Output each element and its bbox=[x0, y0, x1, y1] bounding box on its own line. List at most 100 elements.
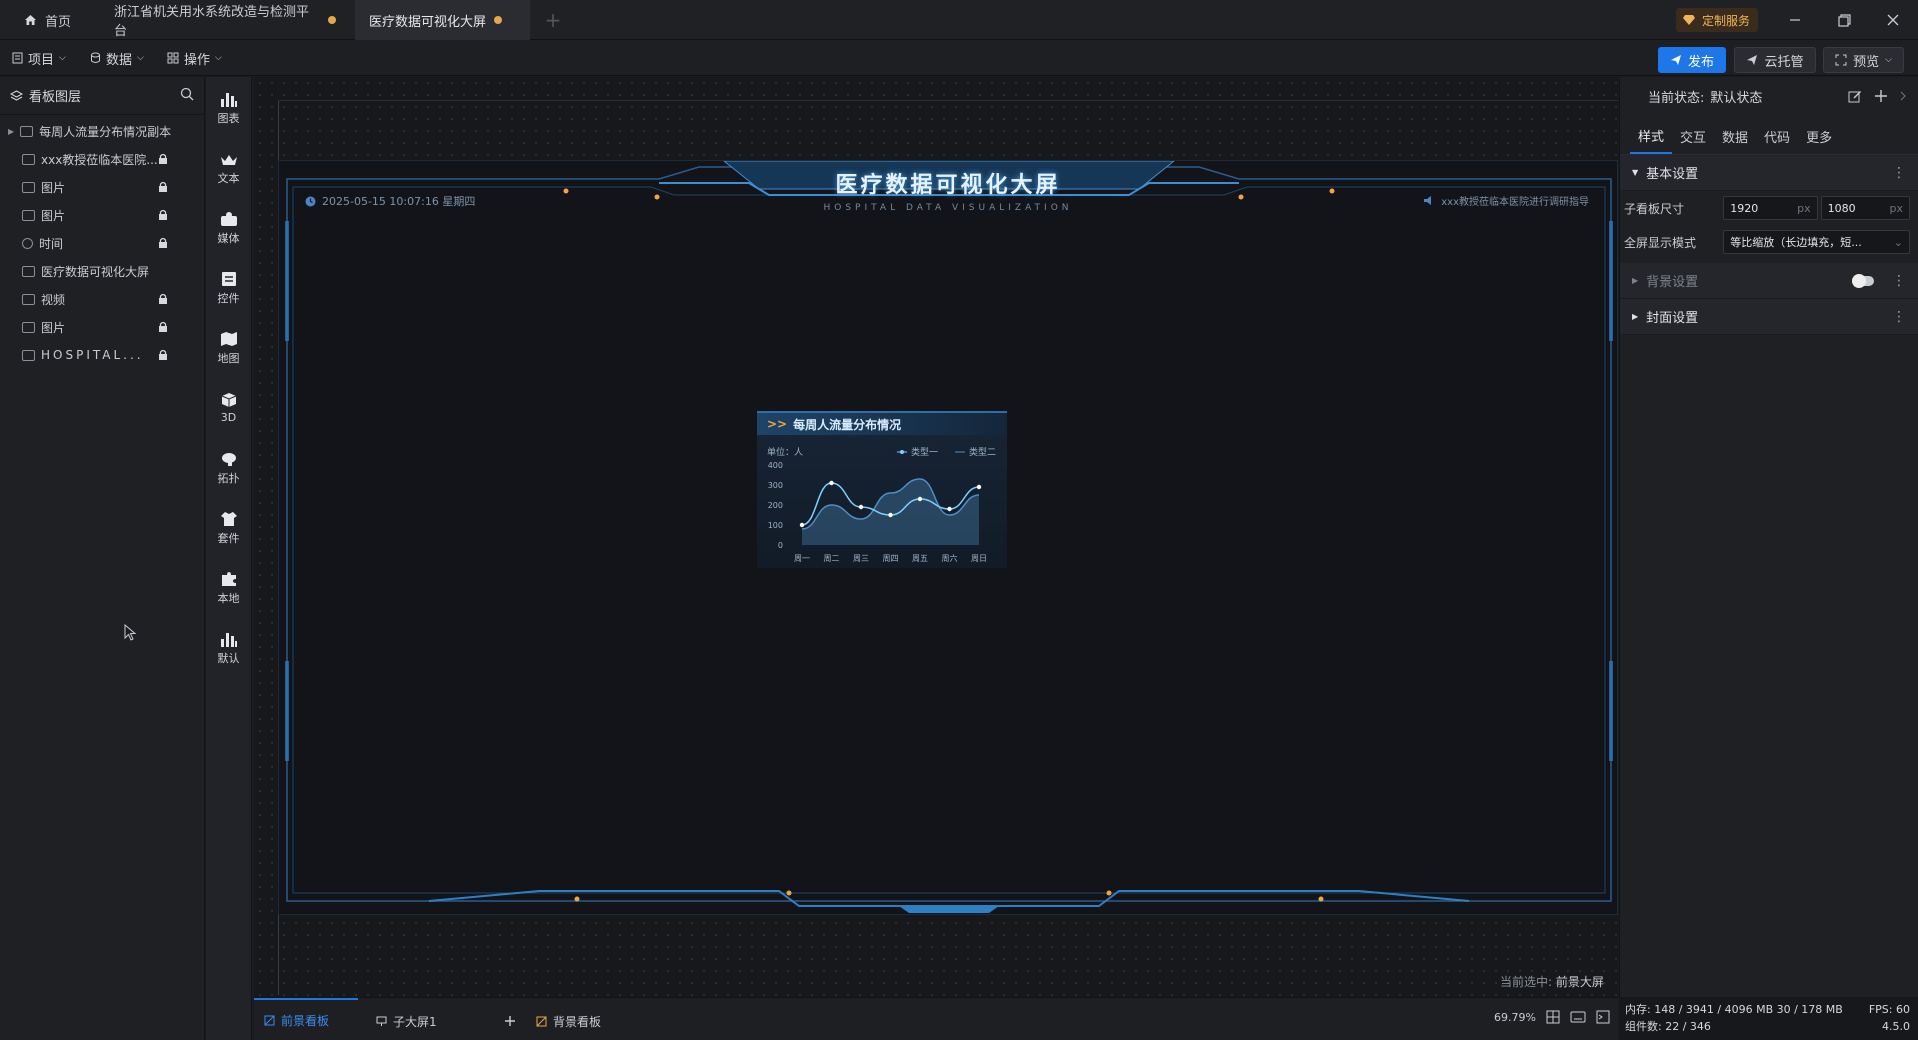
component-3d[interactable]: 3D bbox=[206, 377, 251, 437]
x-tick-label: 周二 bbox=[824, 554, 840, 563]
plus-icon[interactable] bbox=[1874, 89, 1888, 103]
data-menu-label: 数据 bbox=[106, 52, 133, 68]
operate-menu[interactable]: 操作 ⌵ bbox=[167, 46, 222, 70]
component-text[interactable]: 文本 bbox=[206, 137, 251, 197]
layer-item[interactable]: HOSPITAL... bbox=[0, 341, 204, 369]
more-vertical-icon[interactable]: ⋮ bbox=[1892, 309, 1906, 325]
diamond-icon bbox=[1683, 15, 1695, 25]
tab-code[interactable]: 代码 bbox=[1756, 118, 1798, 154]
tab-back-board[interactable]: 背景看板 bbox=[526, 1006, 611, 1036]
board-size-field: 子看板尺寸 1920 px 1080 px bbox=[1620, 191, 1918, 225]
restore-button[interactable] bbox=[1832, 8, 1856, 32]
layer-item[interactable]: xxx教授莅临本医院... bbox=[0, 145, 204, 173]
lock-icon[interactable] bbox=[158, 181, 168, 196]
component-media[interactable]: 媒体 bbox=[206, 197, 251, 257]
tab-home-label: 首页 bbox=[45, 14, 72, 30]
more-vertical-icon[interactable]: ⋮ bbox=[1892, 273, 1906, 289]
edit-icon[interactable] bbox=[1848, 89, 1862, 103]
tab-style[interactable]: 样式 bbox=[1630, 118, 1673, 154]
y-tick-label: 400 bbox=[768, 461, 783, 470]
layer-search-button[interactable] bbox=[180, 87, 194, 105]
chevron-right-icon[interactable] bbox=[1900, 91, 1906, 101]
more-vertical-icon[interactable]: ⋮ bbox=[1892, 165, 1906, 181]
layer-item[interactable]: 图片 bbox=[0, 201, 204, 229]
layer-item[interactable]: ▶ 每周人流量分布情况副本 bbox=[0, 117, 204, 145]
caret-right-icon: ▶ bbox=[8, 126, 15, 136]
close-window-button[interactable] bbox=[1881, 8, 1905, 32]
layer-item[interactable]: 时间 bbox=[0, 229, 204, 257]
chevron-down-icon: ⌵ bbox=[215, 53, 222, 63]
preview-button[interactable]: 预览 ⌵ bbox=[1823, 47, 1904, 73]
fullscreen-mode-label: 全屏显示模式 bbox=[1624, 235, 1697, 250]
fit-screen-icon[interactable] bbox=[1546, 1010, 1560, 1024]
layer-item[interactable]: 视频 bbox=[0, 285, 204, 313]
text-icon bbox=[22, 153, 35, 165]
cloud-hosting-button[interactable]: 云托管 bbox=[1734, 47, 1816, 73]
component-kit[interactable]: 套件 bbox=[206, 497, 251, 557]
layer-panel-header: 看板图层 bbox=[0, 77, 204, 115]
tab-home[interactable]: 首页 bbox=[10, 0, 85, 40]
window-tab-bar: 首页 浙江省机关用水系统改造与检测平台 医疗数据可视化大屏 + 定制服务 bbox=[0, 0, 1918, 40]
file-icon bbox=[12, 52, 23, 64]
lock-icon[interactable] bbox=[158, 209, 168, 224]
close-icon bbox=[1887, 14, 1899, 26]
minimize-button[interactable] bbox=[1783, 8, 1807, 32]
text-icon bbox=[22, 349, 35, 361]
data-menu[interactable]: 数据 ⌵ bbox=[90, 46, 144, 70]
component-map[interactable]: 地图 bbox=[206, 317, 251, 377]
tab-more[interactable]: 更多 bbox=[1798, 118, 1840, 154]
add-tab-button[interactable]: + bbox=[538, 0, 568, 40]
x-tick-label: 周日 bbox=[971, 554, 987, 563]
terminal-icon[interactable] bbox=[1596, 1010, 1610, 1024]
layer-item-label: xxx教授莅临本医院... bbox=[41, 152, 158, 167]
lock-icon[interactable] bbox=[158, 153, 168, 168]
component-control[interactable]: 控件 bbox=[206, 257, 251, 317]
x-tick-label: 周五 bbox=[912, 554, 928, 563]
dashboard-screen[interactable]: 医疗数据可视化大屏 HOSPITAL DATA VISUALIZATION 20… bbox=[278, 160, 1618, 989]
lock-icon[interactable] bbox=[158, 293, 168, 308]
section-background-settings[interactable]: ▶ 背景设置 ⋮ bbox=[1620, 263, 1918, 299]
lock-icon[interactable] bbox=[158, 321, 168, 336]
send-icon bbox=[1670, 55, 1681, 65]
grid-icon bbox=[167, 52, 179, 64]
section-cover-settings[interactable]: ▶ 封面设置 ⋮ bbox=[1620, 299, 1918, 335]
layer-item-label: 图片 bbox=[41, 208, 66, 223]
tab-water-platform[interactable]: 浙江省机关用水系统改造与检测平台 bbox=[100, 0, 350, 40]
zoom-level[interactable]: 69.79% bbox=[1494, 1011, 1536, 1024]
custom-service-button[interactable]: 定制服务 bbox=[1676, 8, 1759, 32]
layer-item[interactable]: 医疗数据可视化大屏 bbox=[0, 257, 204, 285]
tab-interaction[interactable]: 交互 bbox=[1672, 118, 1714, 154]
project-menu[interactable]: 项目 ⌵ bbox=[12, 46, 66, 70]
mouse-cursor-icon bbox=[124, 623, 138, 646]
layers-icon bbox=[10, 89, 23, 101]
lock-icon[interactable] bbox=[158, 349, 168, 364]
add-board-button[interactable] bbox=[494, 1006, 526, 1036]
layer-item[interactable]: 图片 bbox=[0, 173, 204, 201]
screen-datetime-text: 2025-05-15 10:07:16 星期四 bbox=[322, 195, 476, 208]
tab-data[interactable]: 数据 bbox=[1714, 118, 1756, 154]
tab-medical-dashboard[interactable]: 医疗数据可视化大屏 bbox=[355, 0, 530, 40]
chevron-down-icon: ⌵ bbox=[59, 53, 66, 63]
board-height-input[interactable]: 1080 px bbox=[1820, 196, 1910, 220]
tab-sub-screen[interactable]: 子大屏1 bbox=[366, 1006, 447, 1036]
component-default[interactable]: 默认 bbox=[206, 617, 251, 677]
weekly-traffic-chart[interactable]: >> 每周人流量分布情况 单位：人 类型一 类型二 0 100 200 300 400 周… bbox=[757, 411, 1007, 568]
lock-icon[interactable] bbox=[158, 237, 168, 252]
fullscreen-mode-select[interactable]: 等比缩放（长边填充，短... ⌄ bbox=[1723, 230, 1910, 254]
restore-icon bbox=[1837, 13, 1851, 27]
background-toggle[interactable] bbox=[1852, 273, 1874, 288]
component-topology[interactable]: 拓扑 bbox=[206, 437, 251, 497]
image-icon bbox=[22, 181, 35, 193]
publish-button[interactable]: 发布 bbox=[1658, 47, 1726, 73]
component-local[interactable]: 本地 bbox=[206, 557, 251, 617]
layer-item[interactable]: 图片 bbox=[0, 313, 204, 341]
tab-front-board[interactable]: 前景看板 bbox=[254, 998, 358, 1040]
component-label: 图表 bbox=[217, 111, 240, 125]
minimize-icon bbox=[1790, 19, 1800, 21]
keyboard-icon[interactable] bbox=[1570, 1011, 1586, 1023]
section-background-label: 背景设置 bbox=[1646, 275, 1699, 290]
board-width-input[interactable]: 1920 px bbox=[1723, 196, 1818, 220]
component-chart[interactable]: 图表 bbox=[206, 77, 251, 137]
section-basic-settings[interactable]: ▼ 基本设置 ⋮ bbox=[1620, 155, 1918, 191]
series-1-point bbox=[799, 522, 805, 528]
